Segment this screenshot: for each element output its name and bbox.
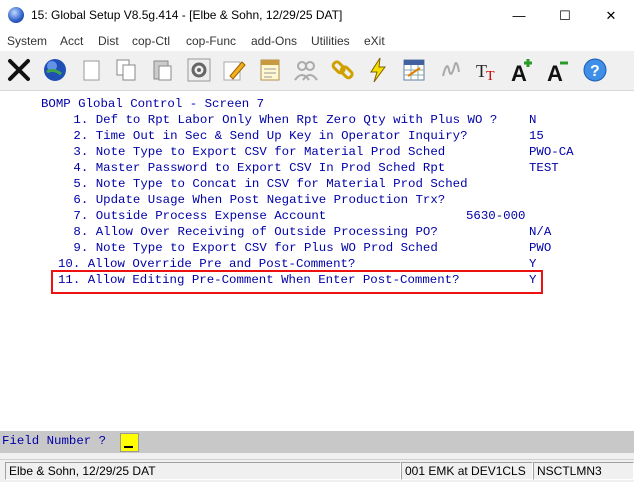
field-value-7[interactable]: 5630-000 xyxy=(466,209,526,224)
field-label-2: 2. Time Out in Sec & Send Up Key in Oper… xyxy=(66,129,468,143)
globe-icon[interactable] xyxy=(39,54,71,86)
lightning-icon[interactable] xyxy=(362,54,394,86)
field-number-prompt: Field Number ? xyxy=(2,434,107,448)
window-title: 15: Global Setup V8.5g.414 - [Elbe & Soh… xyxy=(31,8,343,22)
field-value-4[interactable]: TEST xyxy=(529,161,559,176)
spreadsheet-icon[interactable] xyxy=(398,54,430,86)
field-label-6: 6. Update Usage When Post Negative Produ… xyxy=(66,193,446,207)
chain-link-icon[interactable] xyxy=(327,54,359,86)
field-label-1: 1. Def to Rpt Labor Only When Rpt Zero Q… xyxy=(66,113,498,127)
notepad-icon[interactable] xyxy=(254,54,286,86)
menu-acct[interactable]: Acct xyxy=(60,34,83,48)
menu-bar: System Acct Dist cop-Ctl cop-Func add-On… xyxy=(0,31,634,51)
svg-text:T: T xyxy=(486,69,495,84)
field-label-5: 5. Note Type to Concat in CSV for Materi… xyxy=(66,177,468,191)
minimize-button[interactable]: — xyxy=(496,0,542,31)
field-value-1[interactable]: N xyxy=(529,113,536,128)
menu-cop-ctl[interactable]: cop-Ctl xyxy=(132,34,170,48)
menu-dist[interactable]: Dist xyxy=(98,34,119,48)
close-x-icon[interactable] xyxy=(3,54,35,86)
settings-gear-icon[interactable] xyxy=(183,54,215,86)
close-button[interactable]: ✕ xyxy=(588,0,634,31)
font-decrease-icon[interactable]: A xyxy=(543,54,575,86)
menu-system[interactable]: System xyxy=(7,34,47,48)
font-icon[interactable]: TT xyxy=(471,54,503,86)
menu-utilities[interactable]: Utilities xyxy=(311,34,350,48)
field-label-3: 3. Note Type to Export CSV for Material … xyxy=(66,145,446,159)
field-value-3[interactable]: PWO-CA xyxy=(529,145,574,160)
menu-exit[interactable]: eXit xyxy=(364,34,385,48)
field-label-4: 4. Master Password to Export CSV In Prod… xyxy=(66,161,446,175)
status-bar: Elbe & Sohn, 12/29/25 DAT 001 EMK at DEV… xyxy=(0,459,634,482)
status-code: NSCTLMN3 xyxy=(533,462,634,480)
status-user: 001 EMK at DEV1CLS xyxy=(401,462,533,480)
blank-page-icon[interactable] xyxy=(75,54,107,86)
app-globe-icon xyxy=(8,7,24,23)
font-increase-icon[interactable]: A xyxy=(507,54,539,86)
menu-cop-func[interactable]: cop-Func xyxy=(186,34,236,48)
field-value-2[interactable]: 15 xyxy=(529,129,544,144)
menu-add-ons[interactable]: add-Ons xyxy=(251,34,297,48)
copy-icon[interactable] xyxy=(110,54,142,86)
terminal-screen: BOMP Global Control - Screen 7 1. Def to… xyxy=(0,91,634,431)
signature-icon[interactable] xyxy=(435,54,467,86)
edit-pencil-icon[interactable] xyxy=(218,54,250,86)
status-company: Elbe & Sohn, 12/29/25 DAT xyxy=(5,462,401,480)
field-value-9[interactable]: PWO xyxy=(529,241,551,256)
command-bar: Field Number ? xyxy=(0,431,634,453)
title-bar: 15: Global Setup V8.5g.414 - [Elbe & Soh… xyxy=(0,0,634,31)
field-number-input[interactable] xyxy=(120,433,139,452)
paste-icon[interactable] xyxy=(146,54,178,86)
field-label-8: 8. Allow Over Receiving of Outside Proce… xyxy=(66,225,438,239)
field-label-9: 9. Note Type to Export CSV for Plus WO P… xyxy=(66,241,438,255)
field-label-7: 7. Outside Process Expense Account xyxy=(66,209,327,223)
field-value-8[interactable]: N/A xyxy=(529,225,551,240)
help-icon[interactable]: ? xyxy=(579,54,611,86)
toolbar: TT A A ? xyxy=(0,52,634,91)
highlight-box xyxy=(51,270,543,294)
svg-text:?: ? xyxy=(590,63,600,80)
screen-header: BOMP Global Control - Screen 7 xyxy=(41,97,265,111)
users-icon[interactable] xyxy=(290,54,322,86)
maximize-button[interactable]: ☐ xyxy=(542,0,588,31)
